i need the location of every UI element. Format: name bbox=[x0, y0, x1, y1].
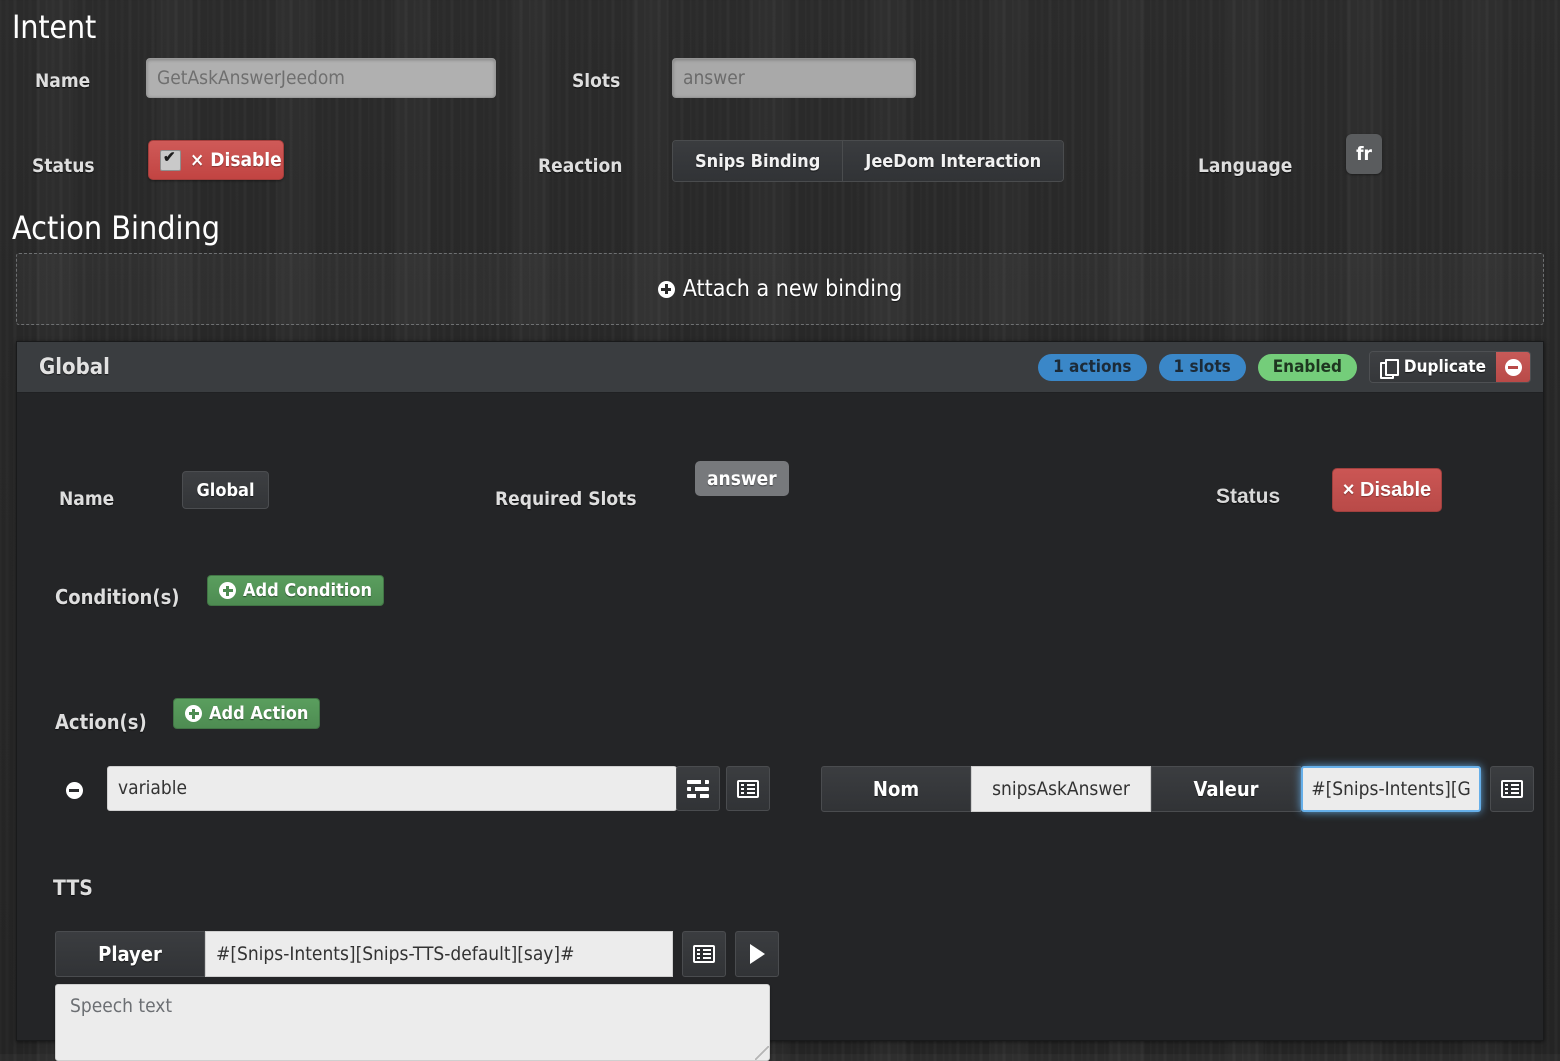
binding-status-disable-button[interactable]: × Disable bbox=[1332, 468, 1442, 512]
remove-action-button[interactable] bbox=[57, 775, 91, 805]
tts-play-button[interactable] bbox=[735, 931, 779, 977]
duplicate-button-group: Duplicate bbox=[1368, 351, 1531, 383]
action-binding-title: Action Binding bbox=[12, 209, 221, 247]
list-alt-icon bbox=[1501, 780, 1523, 798]
plus-circle-icon bbox=[657, 280, 675, 298]
global-panel-title: Global bbox=[39, 355, 110, 380]
badge-enabled-status[interactable]: Enabled bbox=[1257, 353, 1357, 381]
global-binding-panel: Global 1 actions 1 slots Enabled Duplica… bbox=[16, 341, 1544, 1061]
actions-label: Action(s) bbox=[55, 710, 147, 734]
tts-label: TTS bbox=[53, 876, 93, 900]
minus-circle-icon bbox=[65, 781, 83, 799]
intent-language-label: Language bbox=[1198, 155, 1293, 177]
intent-status-label: Status bbox=[32, 155, 95, 177]
add-action-button[interactable]: Add Action bbox=[173, 698, 321, 729]
intent-name-label: Name bbox=[35, 70, 91, 92]
param-valeur-label: Valeur bbox=[1151, 766, 1301, 812]
intent-reaction-label: Reaction bbox=[538, 155, 623, 177]
attach-new-binding-dropzone[interactable]: Attach a new binding bbox=[16, 253, 1544, 325]
action-command-input[interactable]: variable bbox=[107, 766, 677, 811]
attach-new-binding-text: Attach a new binding bbox=[682, 276, 903, 302]
panel-badge-group: 1 actions 1 slots Enabled Duplicate bbox=[1038, 351, 1531, 383]
reaction-option-snips-binding[interactable]: Snips Binding bbox=[673, 141, 843, 181]
remove-binding-button[interactable] bbox=[1496, 352, 1530, 382]
add-action-label: Add Action bbox=[209, 703, 309, 724]
badge-slots-count[interactable]: 1 slots bbox=[1158, 353, 1246, 381]
intent-slots-label: Slots bbox=[572, 70, 621, 92]
intent-status-disable-label: × Disable bbox=[190, 149, 282, 171]
intent-status-checkbox[interactable] bbox=[160, 148, 181, 171]
action-options-button[interactable] bbox=[676, 766, 720, 811]
binding-name-button[interactable]: Global bbox=[182, 471, 269, 509]
attach-new-binding-label: Attach a new binding bbox=[657, 276, 903, 302]
play-icon bbox=[749, 944, 765, 964]
add-condition-button[interactable]: Add Condition bbox=[207, 575, 384, 606]
reaction-option-jeedom-interaction[interactable]: JeeDom Interaction bbox=[842, 141, 1064, 181]
minus-circle-icon bbox=[1504, 358, 1522, 376]
textarea-resize-grip[interactable] bbox=[755, 1046, 769, 1060]
tts-player-input[interactable]: #[Snips-Intents][Snips-TTS-default][say]… bbox=[205, 931, 673, 977]
intent-slots-input[interactable]: answer bbox=[672, 58, 916, 98]
required-slots-label: Required Slots bbox=[495, 488, 637, 510]
tts-speech-placeholder: Speech text bbox=[70, 995, 173, 1017]
tts-player-label: Player bbox=[55, 931, 205, 977]
param-valeur-input[interactable]: #[Snips-Intents][G bbox=[1301, 766, 1481, 812]
duplicate-button-label: Duplicate bbox=[1403, 357, 1486, 377]
intent-language-button[interactable]: fr bbox=[1346, 134, 1382, 174]
intent-name-input[interactable]: GetAskAnswerJeedom bbox=[146, 58, 496, 98]
tts-player-row: Player #[Snips-Intents][Snips-TTS-defaul… bbox=[55, 931, 779, 977]
intent-reaction-group: Snips Binding JeeDom Interaction bbox=[672, 140, 1065, 182]
badge-actions-count[interactable]: 1 actions bbox=[1038, 353, 1147, 381]
page-title: Intent bbox=[12, 8, 97, 46]
plus-circle-icon bbox=[219, 582, 236, 599]
tts-select-command-button[interactable] bbox=[682, 931, 726, 977]
action-select-command-button[interactable] bbox=[726, 766, 770, 811]
add-condition-label: Add Condition bbox=[243, 580, 372, 601]
global-panel-header: Global 1 actions 1 slots Enabled Duplica… bbox=[17, 342, 1543, 393]
conditions-label: Condition(s) bbox=[55, 585, 180, 609]
required-slot-tag-answer[interactable]: answer bbox=[695, 461, 789, 496]
param-select-command-button[interactable] bbox=[1490, 766, 1534, 812]
binding-status-label: Status bbox=[1216, 485, 1281, 508]
plus-circle-icon bbox=[185, 705, 202, 722]
intent-status-disable-button[interactable]: × Disable bbox=[148, 140, 284, 180]
duplicate-button[interactable]: Duplicate bbox=[1369, 352, 1496, 382]
action-parameters-group: Nom snipsAskAnswer Valeur #[Snips-Intent… bbox=[821, 766, 1534, 812]
param-nom-label: Nom bbox=[821, 766, 971, 812]
param-nom-input[interactable]: snipsAskAnswer bbox=[971, 766, 1151, 812]
tts-speech-textarea[interactable]: Speech text bbox=[55, 984, 770, 1061]
binding-name-label: Name bbox=[59, 488, 115, 510]
list-alt-icon bbox=[737, 779, 759, 798]
copy-icon bbox=[1379, 358, 1399, 379]
list-alt-icon bbox=[693, 945, 715, 963]
global-panel-body: Name Global Required Slots answer Status… bbox=[17, 393, 1543, 1061]
sliders-icon bbox=[687, 779, 709, 798]
